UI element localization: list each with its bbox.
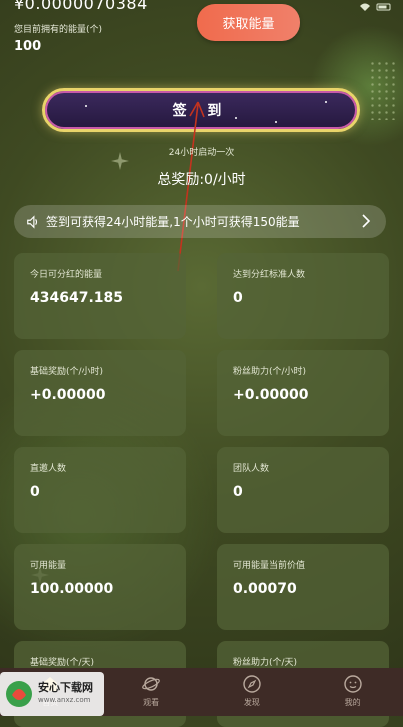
status-bar-icons [359,2,393,15]
stat-card-base-reward-hour: 基础奖励(个/小时) +0.00000 [14,350,186,436]
total-reward: 总奖励:0/小时 [157,172,246,188]
stat-value: +0.00000 [233,387,309,403]
get-energy-button[interactable]: 获取能量 [197,4,300,41]
star-dot [235,117,237,119]
nav-label: 发现 [243,698,260,707]
watermark-logo-icon [6,681,32,707]
profile-icon [343,675,362,693]
stat-label: 团队人数 [233,464,270,474]
star-dot [275,121,277,123]
stat-value: 0 [30,484,40,500]
balance-amount: ¥0.0000070384 [14,0,148,13]
watermark-subtext: www.anxz.com [38,696,91,704]
stat-label: 可用能量 [30,561,67,571]
nav-label: 观看 [143,698,160,707]
decorative-dots [369,60,397,120]
stat-value: 434647.185 [30,290,123,306]
nav-item-watch[interactable]: 观看 [116,668,186,708]
sign-in-hint: 24小时启动一次 [168,148,235,158]
compass-icon [243,675,261,693]
stat-label: 直邀人数 [30,464,67,474]
planet-icon [142,677,160,691]
stat-label: 粉丝助力(个/天) [233,658,298,668]
chevron-right-icon [362,214,371,228]
stat-card-direct-invites: 直邀人数 0 [14,447,186,533]
stat-value: 100.00000 [30,581,114,597]
notice-text: 签到可获得24小时能量,1个小时可获得150能量 [46,215,300,229]
stat-label: 粉丝助力(个/小时) [233,367,307,377]
stat-value: +0.00000 [30,387,106,403]
notice-bar[interactable]: 签到可获得24小时能量,1个小时可获得150能量 [14,205,386,238]
stat-value: 0 [233,290,243,306]
stat-value: 0 [233,484,243,500]
star-dot [85,105,87,107]
stat-label: 可用能量当前价值 [233,561,306,571]
energy-label: 您目前拥有的能量(个) [14,25,103,35]
watermark-text: 安心下载网 [38,681,93,694]
stat-card-available-energy: 可用能量 100.00000 [14,544,186,630]
stat-card-energy-value: 可用能量当前价值 0.00070 [217,544,389,630]
stat-value: 0.00070 [233,581,297,597]
stat-card-qualified-count: 达到分红标准人数 0 [217,253,389,339]
energy-value: 100 [14,39,42,54]
stat-label: 基础奖励(个/天) [30,658,95,668]
stat-card-dividend-energy: 今日可分红的能量 434647.185 [14,253,186,339]
nav-label: 我的 [344,698,361,707]
wifi-battery-icon [360,3,391,11]
stat-label: 达到分红标准人数 [233,270,306,280]
nav-item-discover[interactable]: 发现 [217,668,287,708]
speaker-icon [27,214,38,229]
star-dot [325,101,327,103]
watermark: 安心下载网 www.anxz.com [0,672,104,716]
stat-card-team-size: 团队人数 0 [217,447,389,533]
stat-card-fan-boost-hour: 粉丝助力(个/小时) +0.00000 [217,350,389,436]
nav-item-profile[interactable]: 我的 [318,668,388,708]
stat-label: 今日可分红的能量 [30,270,103,280]
stat-label: 基础奖励(个/小时) [30,367,104,377]
